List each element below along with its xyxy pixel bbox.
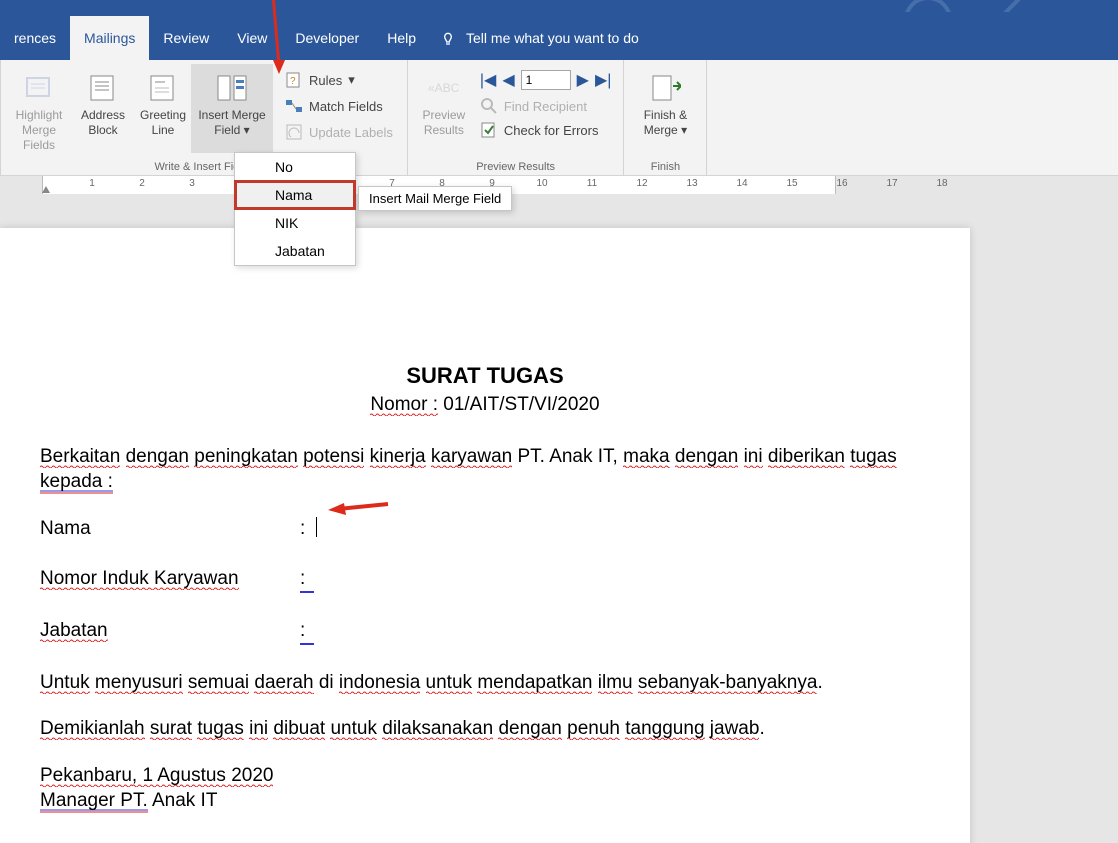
address-block-button[interactable]: Address Block xyxy=(71,64,135,153)
rules-button[interactable]: ? Rules ▾ xyxy=(279,68,399,92)
merge-field-item-nik[interactable]: NIK xyxy=(235,209,355,237)
chevron-down-icon: ▾ xyxy=(681,123,687,137)
ruler-mark: 11 xyxy=(587,178,597,189)
ruler-mark: 17 xyxy=(886,178,897,189)
greeting-line-button[interactable]: Greeting Line xyxy=(135,64,191,153)
field-nama: Nama : xyxy=(40,517,930,542)
preview-results-button[interactable]: «ABC» Preview Results xyxy=(414,64,474,142)
finish-merge-button[interactable]: Finish & Merge ▾ xyxy=(630,64,700,138)
ruler-mark: 13 xyxy=(686,178,697,189)
tab-review[interactable]: Review xyxy=(149,16,223,60)
merge-field-item-no[interactable]: No xyxy=(235,153,355,181)
ruler-mark: 1 xyxy=(89,178,95,189)
ribbon: Highlight Merge Fields Address Block Gre… xyxy=(0,60,1118,176)
tab-references[interactable]: rences xyxy=(0,16,70,60)
text-cursor xyxy=(316,517,317,537)
paragraph-1: Berkaitan dengan peningkatan potensi kin… xyxy=(40,445,930,494)
last-record-icon[interactable]: ▶| xyxy=(595,70,611,90)
document-workspace[interactable]: SURAT TUGAS Nomor : 01/AIT/ST/VI/2020 Be… xyxy=(0,200,1118,843)
ruler-mark: 10 xyxy=(536,178,547,189)
tab-mailings[interactable]: Mailings xyxy=(70,16,149,60)
highlight-merge-fields-button[interactable]: Highlight Merge Fields xyxy=(7,64,71,153)
match-fields-icon xyxy=(285,97,303,115)
preview-icon: «ABC» xyxy=(428,72,460,104)
record-number-input[interactable] xyxy=(521,70,571,90)
signature-block: Pekanbaru, 1 Agustus 2020 Manager PT. An… xyxy=(40,764,930,813)
prev-record-icon[interactable]: ◀ xyxy=(502,70,514,90)
ruler-mark: 15 xyxy=(786,178,797,189)
insert-merge-icon xyxy=(216,72,248,104)
tooltip: Insert Mail Merge Field xyxy=(358,186,512,211)
doc-nomor-line: Nomor : 01/AIT/ST/VI/2020 xyxy=(40,393,930,418)
search-icon xyxy=(480,97,498,115)
svg-text:«ABC»: «ABC» xyxy=(428,81,460,95)
paragraph-3: Demikianlah surat tugas ini dibuat untuk… xyxy=(40,717,930,742)
ruler-mark: 12 xyxy=(636,178,647,189)
match-fields-button[interactable]: Match Fields xyxy=(279,94,399,118)
ruler-mark: 14 xyxy=(736,178,747,189)
tell-me-label: Tell me what you want to do xyxy=(466,30,639,46)
doc-heading: SURAT TUGAS xyxy=(40,362,930,391)
check-errors-button[interactable]: Check for Errors xyxy=(474,118,618,142)
ruler-mark: 18 xyxy=(936,178,947,189)
find-recipient-button[interactable]: Find Recipient xyxy=(474,94,618,118)
address-icon xyxy=(87,72,119,104)
ruler-mark: 16 xyxy=(836,178,847,189)
update-labels-button[interactable]: Update Labels xyxy=(279,120,399,144)
tab-developer[interactable]: Developer xyxy=(281,16,373,60)
svg-text:?: ? xyxy=(290,76,296,87)
insert-merge-field-button[interactable]: Insert Merge Field ▾ xyxy=(191,64,273,153)
chevron-down-icon: ▾ xyxy=(244,123,250,137)
tab-help[interactable]: Help xyxy=(373,16,430,60)
merge-field-item-jabatan[interactable]: Jabatan xyxy=(235,237,355,265)
ruler-mark: 2 xyxy=(139,178,145,189)
title-bar: mail merge - Word xyxy=(0,0,1118,12)
check-errors-icon xyxy=(480,121,498,139)
horizontal-ruler[interactable]: 123456789101112131415161718 xyxy=(0,176,1118,200)
merge-field-item-nama[interactable]: Nama xyxy=(235,181,355,209)
chevron-down-icon: ▾ xyxy=(348,72,355,88)
first-record-icon[interactable]: |◀ xyxy=(480,70,496,90)
highlight-icon xyxy=(23,72,55,104)
finish-icon xyxy=(649,72,681,104)
page: SURAT TUGAS Nomor : 01/AIT/ST/VI/2020 Be… xyxy=(0,228,970,843)
rules-icon: ? xyxy=(285,71,303,89)
tell-me-search[interactable]: Tell me what you want to do xyxy=(440,30,639,60)
greeting-icon xyxy=(147,72,179,104)
next-record-icon[interactable]: ▶ xyxy=(577,70,589,90)
merge-field-dropdown: No Nama NIK Jabatan xyxy=(234,152,356,266)
indent-marker[interactable] xyxy=(42,186,50,193)
ruler-mark: 3 xyxy=(189,178,195,189)
field-nik: Nomor Induk Karyawan : xyxy=(40,567,930,593)
group-label-finish: Finish xyxy=(630,161,700,175)
update-labels-icon xyxy=(285,123,303,141)
tab-view[interactable]: View xyxy=(223,16,281,60)
field-jabatan: Jabatan : xyxy=(40,619,930,645)
lightbulb-icon xyxy=(440,30,456,46)
paragraph-2: Untuk menyusuri semuai daerah di indones… xyxy=(40,671,930,696)
group-label-preview: Preview Results xyxy=(414,161,618,175)
ribbon-tabs: rences Mailings Review View Developer He… xyxy=(0,12,1118,60)
